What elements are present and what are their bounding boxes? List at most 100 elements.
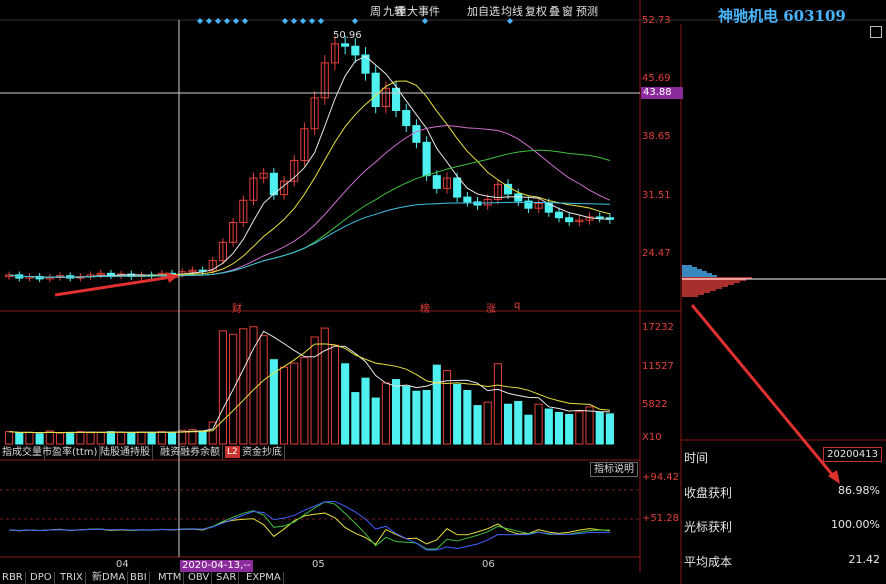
tab-volume[interactable]: 指成交量 (0, 445, 45, 460)
candle-body (463, 196, 472, 203)
candle-body (341, 43, 350, 47)
event-marker[interactable]: 涨 (486, 300, 496, 315)
event-marker[interactable]: 财 (232, 300, 242, 315)
tab-bbi[interactable]: BBI (128, 572, 150, 584)
tab-pe-ttm[interactable]: 市盈率(ttm) (40, 445, 101, 460)
volume-bar (300, 357, 309, 445)
time-row: 时间 20200413 (684, 447, 884, 469)
event-diamond (206, 18, 212, 24)
volume-bar (86, 432, 95, 445)
event-diamond (224, 18, 230, 24)
event-diamond (282, 18, 288, 24)
tab-mtm[interactable]: MTM (156, 572, 185, 584)
volume-bar (463, 390, 472, 445)
volume-bar (198, 430, 207, 445)
candle-body (504, 183, 513, 195)
event-marker[interactable]: q (514, 300, 520, 311)
volume-bar (117, 431, 126, 445)
candle-body (514, 193, 523, 202)
toolbar-item-5[interactable]: 复权 (523, 4, 549, 20)
volume-bar (514, 400, 523, 445)
volume-tick: 11527 (642, 361, 674, 372)
tab-fund-bottom[interactable]: 资金抄底 (240, 445, 285, 460)
date-tick: 06 (482, 559, 495, 570)
volume-bar (127, 432, 136, 445)
volume-bar (341, 363, 350, 445)
volume-bar (381, 382, 390, 445)
volume-bar (5, 431, 14, 445)
chip-distribution (682, 265, 886, 297)
toolbar-item-2[interactable]: 重大事件 (394, 4, 442, 20)
event-diamond (215, 18, 221, 24)
cursor-profit-row: 光标获利 100.00% (684, 518, 884, 538)
date-tick: 05 (312, 559, 325, 570)
volume-bar (361, 377, 370, 445)
candle-body (402, 110, 411, 127)
volume-bar (330, 344, 340, 445)
indicator-lines (9, 500, 610, 551)
time-value[interactable]: 20200413 (823, 447, 882, 462)
tab-northbound-holding[interactable]: 陆股通持股 (98, 445, 153, 460)
volume-bar (524, 414, 533, 445)
event-diamond (197, 18, 203, 24)
toolbar-item-4[interactable]: 均线 (499, 4, 525, 20)
l2-badge: L2 (225, 446, 240, 458)
volume-bar (290, 362, 299, 445)
volume-bar (534, 403, 543, 445)
toolbar-item-3[interactable]: 加自选 (465, 4, 502, 20)
tab-margin-balance[interactable]: 融资融券余额 (158, 445, 223, 460)
candle-body (412, 125, 421, 143)
volume-bar (15, 432, 24, 445)
tab-rbr[interactable]: RBR (0, 572, 26, 584)
indicator-line-2 (9, 500, 610, 551)
close-profit-row: 收盘获利 86.98% (684, 484, 884, 504)
volume-bar (544, 408, 553, 445)
volume-bar (554, 411, 564, 445)
event-diamond (300, 18, 306, 24)
tab-dpo[interactable]: DPO (28, 572, 55, 584)
volume-bar (585, 406, 594, 445)
candle-body (554, 211, 564, 219)
volume-bar (239, 328, 248, 445)
volume-bar (575, 411, 584, 445)
volume-bars (5, 326, 614, 445)
indicator-line-1 (9, 501, 610, 550)
event-diamond (309, 18, 315, 24)
volume-bar (218, 330, 228, 445)
candle-body (391, 87, 401, 112)
tab-sar[interactable]: SAR (214, 572, 240, 584)
price-tick: 24.47 (642, 248, 671, 259)
volume-bar (66, 431, 75, 445)
tab-new-dma[interactable]: 新DMA (90, 572, 129, 584)
moving-average-lines (9, 55, 611, 278)
indicator-help-button[interactable]: 指标说明 (590, 462, 638, 477)
price-tick: 31.51 (642, 190, 671, 201)
candle-body (371, 72, 380, 108)
toolbar-item-7[interactable]: 窗 (560, 4, 575, 20)
event-marker[interactable]: 榜 (420, 300, 430, 315)
volume-bar (25, 431, 34, 445)
event-diamond (233, 18, 239, 24)
volume-bar (605, 413, 614, 445)
volume-tick: 5822 (642, 399, 668, 410)
tab-trix[interactable]: TRIX (58, 572, 86, 584)
indicator-tab-bar: 指成交量 市盈率(ttm) 陆股通持股 融资融券余额 L2 资金抄底 (0, 445, 640, 460)
event-diamond (242, 18, 248, 24)
candle-body (422, 141, 431, 177)
avg-cost-value: 21.42 (848, 553, 881, 566)
volume-bar (483, 401, 492, 445)
volume-bar (504, 403, 513, 445)
price-tick: 38.65 (642, 131, 671, 142)
volume-tick: 17232 (642, 322, 674, 333)
tab-expma[interactable]: EXPMA (244, 572, 284, 584)
settings-icon[interactable] (870, 26, 882, 38)
toolbar-item-8[interactable]: 预测 (574, 4, 600, 20)
volume-bar (96, 431, 105, 445)
tab-obv[interactable]: OBV (186, 572, 213, 584)
event-diamond (318, 18, 324, 24)
price-tick: 45.69 (642, 73, 671, 84)
volume-tick: X10 (642, 432, 662, 443)
volume-bar (351, 392, 360, 445)
cursor-profit-value: 100.00% (831, 518, 880, 531)
avg-cost-row: 平均成本 21.42 (684, 553, 884, 573)
